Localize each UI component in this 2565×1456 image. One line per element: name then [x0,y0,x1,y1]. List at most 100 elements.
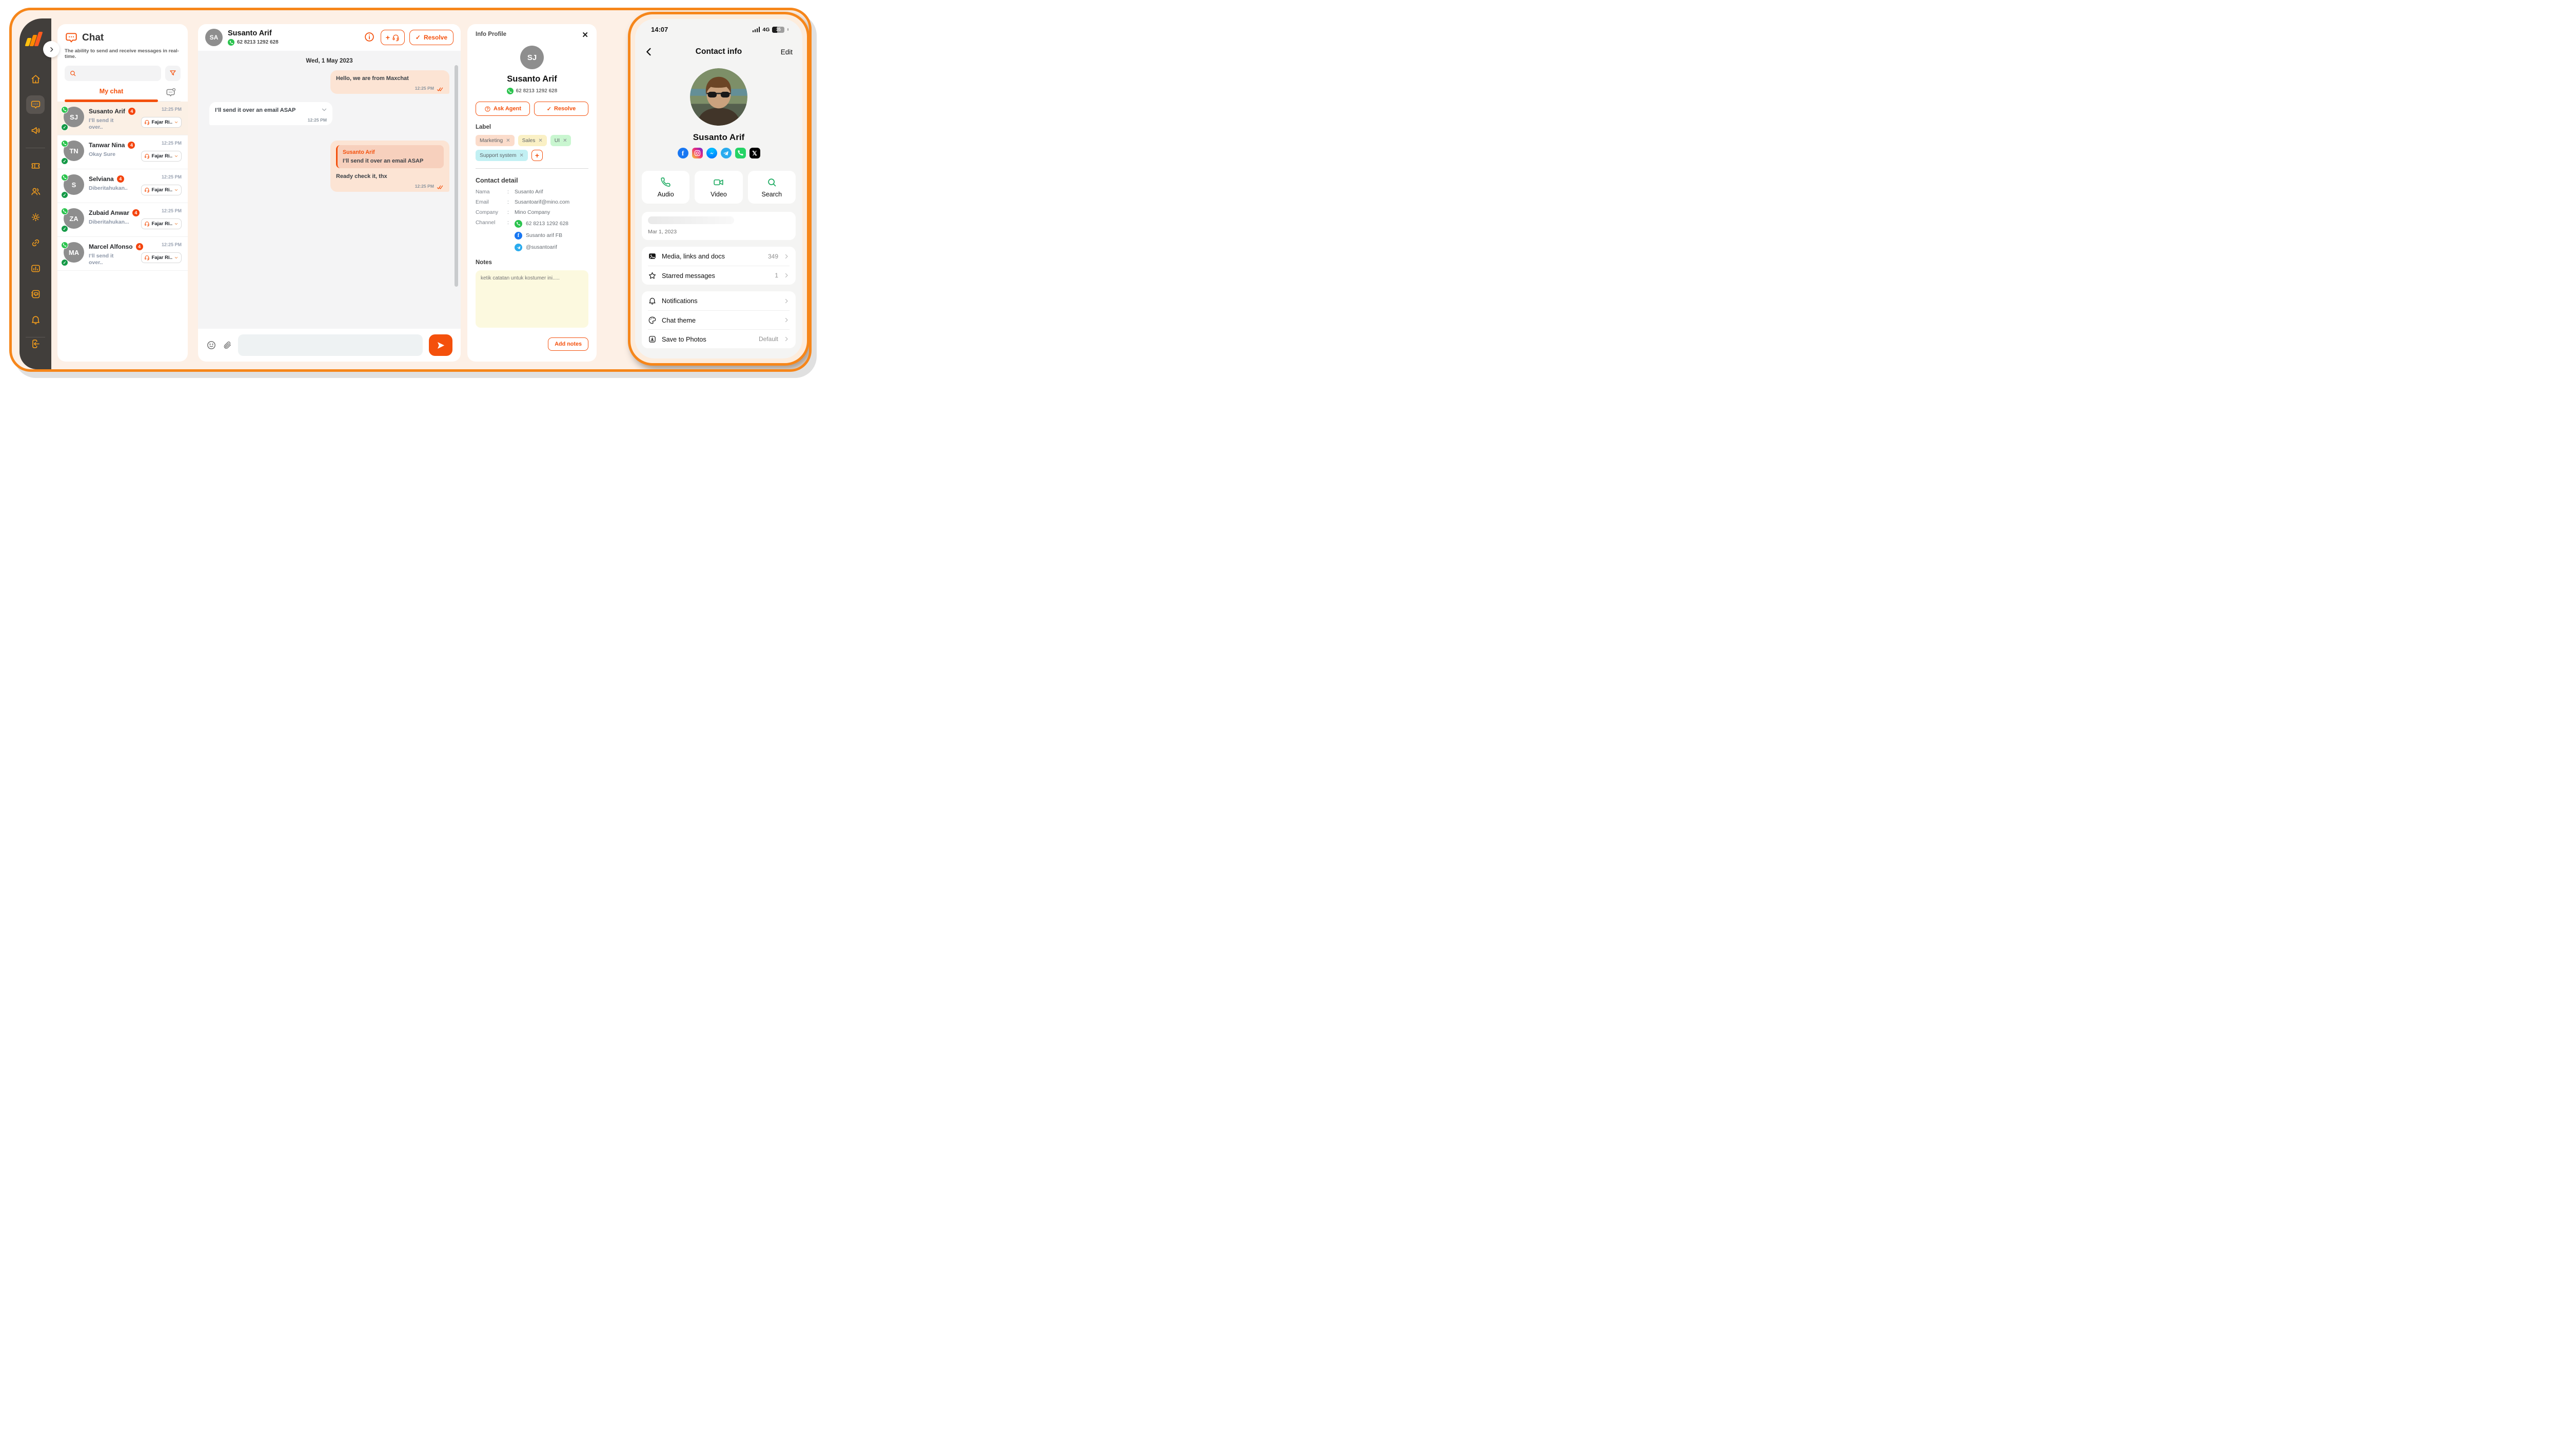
chat-list-item-tanwar[interactable]: TN ✓ Tanwar Nina4 Okay Sure 12:25 PM Faj… [57,135,188,169]
phone-nav-title: Contact info [642,47,796,56]
edit-button[interactable]: Edit [781,48,793,56]
whatsapp-channel-icon [61,208,68,215]
scrollbar[interactable] [455,65,458,287]
quoted-message: Susanto Arif I’ll send it over an email … [336,145,444,168]
remove-label-icon[interactable]: ✕ [538,138,542,144]
emoji-icon[interactable] [206,340,216,350]
contact-detail: Nama:Susanto Arif Email:Susantoarif@mino… [476,189,588,251]
agent-assign-dropdown[interactable]: Fajar Ri.. [141,151,182,162]
home-icon [30,74,41,85]
video-call-button[interactable]: Video [695,171,742,204]
save-icon [648,335,657,344]
save-to-photos-row[interactable]: Save to Photos Default [648,329,790,348]
panel-title: Info Profile [476,31,588,37]
sidebar-expand-button[interactable] [43,41,60,57]
link-icon [30,237,41,248]
contact-photo[interactable] [690,68,747,126]
chat-theme-row[interactable]: Chat theme [648,310,790,329]
facebook-icon[interactable]: f [678,148,688,158]
message-input[interactable] [238,334,423,356]
new-chat-button[interactable] [165,87,176,101]
whatsapp-icon [228,39,234,46]
search-button[interactable]: Search [748,171,796,204]
remove-label-icon[interactable]: ✕ [506,138,510,144]
back-icon[interactable] [644,47,654,57]
messenger-icon[interactable] [706,148,717,158]
whatsapp-channel-icon [61,106,68,113]
search-input[interactable] [80,70,156,76]
sidebar-item-chat[interactable] [26,95,45,114]
chat-list-item-marcel[interactable]: MA ✓ Marcel Alfonso4 I’ll send it over..… [57,237,188,271]
battery-icon: 35 [772,27,784,33]
sidebar [19,18,51,369]
chat-list-item-zubaid[interactable]: ZA ✓ Zubaid Anwar4 Diberitahukan... 12:2… [57,203,188,237]
agent-assign-dropdown[interactable]: Fajar Ri.. [141,185,182,195]
info-icon [364,31,375,43]
media-links-docs-row[interactable]: Media, links and docs 349 [648,247,790,266]
resolved-check-icon: ✓ [61,259,68,266]
message-options-chevron-icon[interactable] [321,106,328,113]
starred-message-preview[interactable]: Mar 1, 2023 [642,212,796,240]
add-agent-button[interactable]: + [381,30,405,45]
audio-call-button[interactable]: Audio [642,171,689,204]
chevron-down-icon [174,188,179,192]
headset-icon [144,255,150,261]
ask-agent-button[interactable]: Ask Agent [476,102,530,116]
status-bar: 14:07 4G 35 [642,26,796,33]
telegram-icon[interactable] [721,148,732,158]
send-button[interactable] [429,334,452,356]
sidebar-item-logout[interactable] [26,338,45,349]
whatsapp-icon[interactable] [735,148,746,158]
sidebar-item-contacts[interactable] [26,182,45,201]
chat-time: 12:25 PM [162,107,182,112]
chat-name: Tanwar Nina [89,142,125,149]
x-twitter-icon[interactable]: 𝕏 [749,148,760,158]
label-heading: Label [476,124,588,130]
sidebar-item-integration[interactable] [26,233,45,252]
instagram-icon[interactable] [692,148,703,158]
remove-label-icon[interactable]: ✕ [520,153,524,158]
notifications-row[interactable]: Notifications [648,291,790,310]
add-notes-button[interactable]: Add notes [548,337,588,351]
sidebar-item-notifications[interactable] [26,310,45,329]
label-chip-support-system[interactable]: Support system✕ [476,150,528,161]
resolve-button[interactable]: ✓Resolve [409,30,453,45]
resolve-button[interactable]: ✓Resolve [534,102,588,116]
close-icon[interactable]: ✕ [582,30,588,39]
label-chip-marketing[interactable]: Marketing✕ [476,135,515,146]
chat-list-item-susanto[interactable]: SJ ✓ Susanto Arif4 I’ll send it over.. 1… [57,102,188,135]
sidebar-item-reports[interactable] [26,259,45,277]
bar-chart-icon [30,263,41,274]
chevron-down-icon [174,154,179,158]
sidebar-item-broadcast[interactable] [26,121,45,139]
ticket-icon [30,161,41,171]
agent-assign-dropdown[interactable]: Fajar Ri.. [141,218,182,229]
tab-bar: My chat [65,87,181,102]
sidebar-item-ticket[interactable] [26,156,45,175]
divider [476,168,588,169]
add-label-button[interactable]: + [531,150,543,161]
label-chip-ui[interactable]: UI✕ [550,135,571,146]
maxchat-app-frame: Chat The ability to send and receive mes… [9,8,812,372]
remove-label-icon[interactable]: ✕ [563,138,567,144]
agent-assign-dropdown[interactable]: Fajar Ri.. [141,252,182,263]
label-chip-sales[interactable]: Sales✕ [518,135,547,146]
tab-my-chat[interactable]: My chat [65,88,158,95]
headset-icon [144,187,150,193]
chevron-down-icon [174,222,179,226]
attachment-icon[interactable] [223,340,232,350]
filter-button[interactable] [165,66,181,81]
sidebar-item-settings[interactable] [26,208,45,226]
starred-messages-row[interactable]: Starred messages 1 [648,266,790,285]
channel-facebook-value: Susanto arif FB [526,233,562,238]
notes-textarea[interactable] [476,270,588,328]
sidebar-item-home[interactable] [26,70,45,88]
contact-email-value: Susantoarif@mino.com [515,200,569,205]
sidebar-item-contact-book[interactable] [26,285,45,303]
message-area: Wed, 1 May 2023 Hello, we are from Maxch… [198,51,461,329]
info-button[interactable] [364,31,376,44]
chat-preview: Diberitahukan.. [89,185,129,192]
agent-assign-dropdown[interactable]: Fajar Ri.. [141,117,182,128]
chat-list-item-selviana[interactable]: S ✓ Selviana4 Diberitahukan.. 12:25 PM F… [57,169,188,203]
search-box[interactable] [65,66,161,81]
